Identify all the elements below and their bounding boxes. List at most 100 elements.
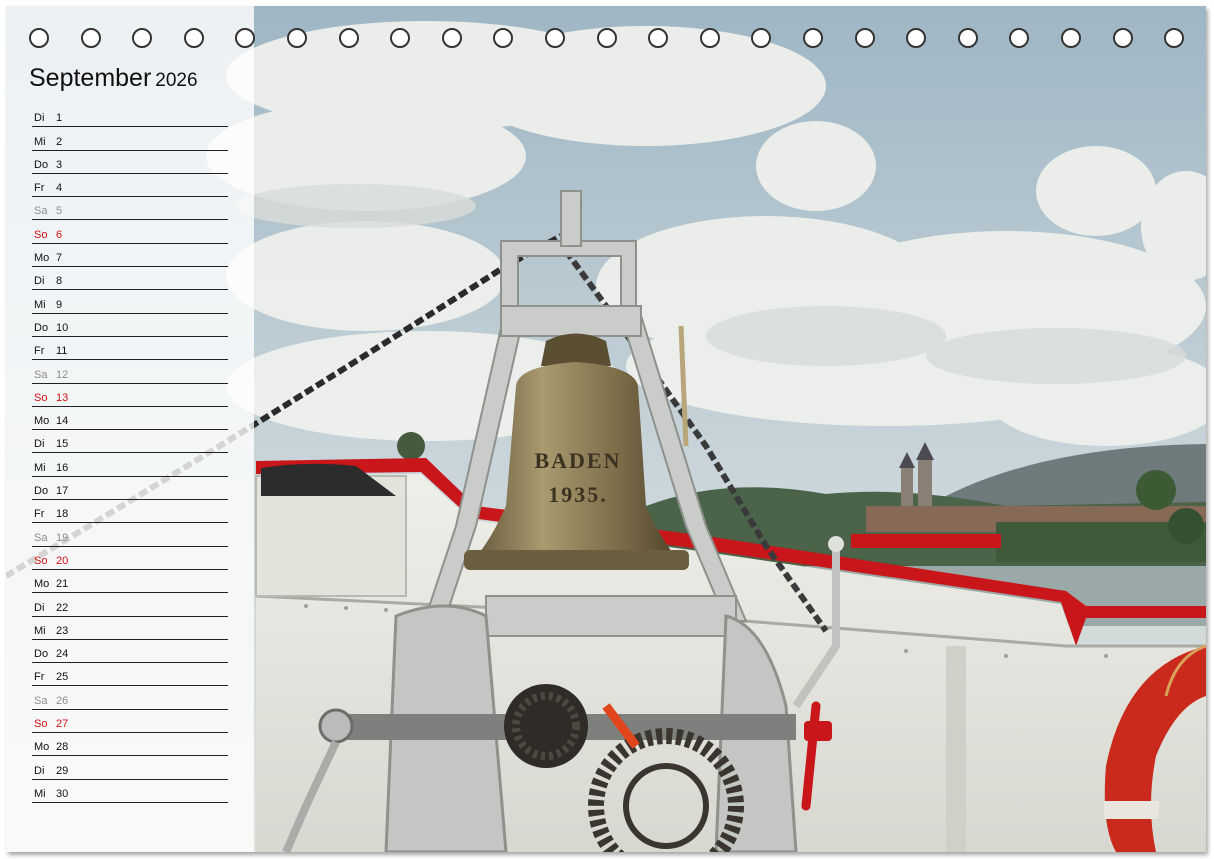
day-number: 13 bbox=[56, 391, 69, 404]
binding-ring bbox=[699, 28, 720, 48]
day-row: Sa 12 bbox=[32, 360, 228, 384]
day-row: Sa 5 bbox=[32, 197, 228, 221]
day-number: 8 bbox=[56, 275, 63, 288]
weekday-label: Mi bbox=[34, 298, 46, 311]
binding-ring bbox=[1164, 28, 1185, 48]
day-number: 4 bbox=[56, 182, 63, 195]
weekday-label: Fr bbox=[34, 345, 45, 358]
day-row: So 27 bbox=[32, 710, 228, 734]
month-name: September bbox=[29, 64, 152, 92]
weekday-label: Di bbox=[34, 275, 45, 288]
day-row: Di 8 bbox=[32, 267, 228, 291]
weekday-label: Do bbox=[34, 648, 49, 661]
day-row: Di 15 bbox=[32, 430, 228, 454]
day-number: 2 bbox=[56, 135, 63, 148]
weekday-label: Sa bbox=[34, 531, 48, 544]
day-number: 6 bbox=[56, 228, 63, 241]
bell-inscription-name: BADEN bbox=[534, 448, 621, 473]
weekday-label: Fr bbox=[34, 671, 45, 684]
weekday-label: Mo bbox=[34, 415, 50, 428]
binding-ring bbox=[751, 28, 772, 48]
day-row: Mo 21 bbox=[32, 570, 228, 594]
binding-ring bbox=[29, 28, 49, 48]
day-number: 18 bbox=[56, 508, 69, 521]
day-number: 11 bbox=[56, 345, 68, 358]
weekday-label: Di bbox=[34, 112, 45, 125]
day-number: 21 bbox=[56, 578, 69, 591]
day-row: Di 1 bbox=[32, 104, 228, 128]
day-row: Sa 26 bbox=[32, 686, 228, 710]
day-number: 22 bbox=[56, 601, 69, 614]
binding-ring bbox=[235, 28, 256, 48]
weekday-label: Mo bbox=[34, 252, 50, 265]
day-row: Sa 19 bbox=[32, 523, 228, 547]
weekday-label: So bbox=[34, 718, 48, 731]
day-row: Do 24 bbox=[32, 640, 228, 664]
day-number: 16 bbox=[56, 461, 69, 474]
day-number: 20 bbox=[56, 554, 69, 567]
weekday-label: Mi bbox=[34, 461, 46, 474]
binding-ring bbox=[906, 28, 927, 48]
day-number: 23 bbox=[56, 624, 69, 637]
day-row: Mi 23 bbox=[32, 617, 228, 640]
day-number: 7 bbox=[56, 252, 63, 265]
day-row: Di 22 bbox=[32, 593, 228, 617]
binding-ring bbox=[1112, 28, 1133, 48]
weekday-label: Do bbox=[34, 485, 49, 498]
weekday-label: So bbox=[34, 554, 48, 567]
day-number: 5 bbox=[56, 205, 63, 218]
day-row: Mi 9 bbox=[32, 290, 228, 314]
day-number: 3 bbox=[56, 158, 63, 171]
day-number: 27 bbox=[56, 718, 69, 731]
day-number: 14 bbox=[56, 415, 69, 428]
binding-ring bbox=[648, 28, 669, 48]
day-number: 15 bbox=[56, 438, 69, 451]
day-row: So 6 bbox=[32, 220, 228, 244]
bell-inscription-year: 1935. bbox=[548, 482, 608, 507]
binding-ring bbox=[493, 28, 514, 48]
weekday-label: Mi bbox=[34, 135, 46, 148]
day-row: Fr 4 bbox=[32, 174, 228, 198]
binding-ring bbox=[957, 28, 978, 48]
weekday-label: So bbox=[34, 391, 48, 404]
day-row: Mi 2 bbox=[32, 127, 228, 151]
day-number: 1 bbox=[56, 112, 63, 125]
weekday-label: Fr bbox=[34, 182, 45, 195]
binding-ring bbox=[803, 28, 823, 48]
binding-ring bbox=[545, 28, 565, 48]
day-number: 10 bbox=[56, 321, 69, 334]
day-row: Mi 16 bbox=[32, 453, 228, 477]
day-row: Fr 25 bbox=[32, 663, 228, 687]
day-row: Mo 14 bbox=[32, 407, 228, 431]
binding-ring bbox=[390, 28, 411, 48]
weekday-label: Mi bbox=[34, 787, 46, 800]
weekday-label: Di bbox=[34, 438, 45, 451]
weekday-label: Mi bbox=[34, 624, 46, 637]
weekday-label: So bbox=[34, 228, 48, 241]
day-number: 29 bbox=[56, 764, 69, 777]
day-number: 30 bbox=[56, 787, 69, 800]
weekday-label: Di bbox=[34, 764, 45, 777]
day-number: 25 bbox=[56, 671, 69, 684]
day-number: 28 bbox=[56, 741, 69, 754]
day-row: Fr 11 bbox=[32, 337, 228, 361]
binding-ring bbox=[183, 28, 204, 48]
day-row: Do 3 bbox=[32, 151, 228, 174]
weekday-label: Di bbox=[34, 601, 45, 614]
day-row: So 13 bbox=[32, 384, 228, 407]
year-label: 2026 bbox=[155, 70, 198, 91]
month-title: September 2026 bbox=[29, 64, 198, 93]
binding-ring bbox=[338, 28, 359, 48]
binding-ring bbox=[596, 28, 617, 48]
weekday-label: Sa bbox=[34, 694, 48, 707]
day-number: 19 bbox=[56, 531, 69, 544]
binding-ring bbox=[1061, 28, 1081, 48]
binding-rings bbox=[6, 28, 1206, 56]
day-number: 9 bbox=[56, 298, 63, 311]
calendar-page: BADEN 1935. September 2026 Di 1 Mi 2 Do 3 Fr 4 bbox=[6, 6, 1206, 852]
weekday-label: Sa bbox=[34, 368, 48, 381]
day-row: So 20 bbox=[32, 547, 228, 570]
binding-ring bbox=[1009, 28, 1030, 48]
weekday-label: Mo bbox=[34, 741, 50, 754]
day-row: Do 17 bbox=[32, 477, 228, 501]
